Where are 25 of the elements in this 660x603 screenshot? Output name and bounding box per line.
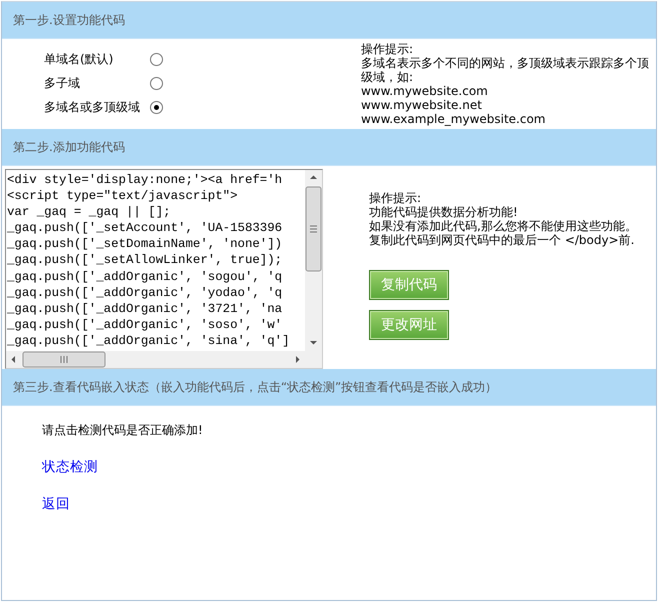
text-link[interactable]: 状态检测 xyxy=(42,458,98,476)
hint-text: 如果没有添加此代码,那么您将不能使用这些功能。 xyxy=(369,219,637,233)
option-label: 多子域 xyxy=(44,75,81,92)
text-link[interactable]: 返回 xyxy=(42,495,70,513)
hint-text: www.mywebsite.com xyxy=(360,84,489,98)
horizontal-scrollbar[interactable] xyxy=(6,351,305,368)
radio-button[interactable] xyxy=(150,53,163,66)
vertical-scrollbar[interactable] xyxy=(305,170,322,368)
radio-button[interactable] xyxy=(150,101,163,114)
hint-text: www.example_mywebsite.com xyxy=(360,112,546,126)
radio-button[interactable] xyxy=(150,77,163,90)
option-label: 单域名(默认) xyxy=(44,51,114,68)
hint-text: 功能代码提供数据分析功能! xyxy=(369,205,519,219)
code-textarea[interactable] xyxy=(5,169,323,369)
hint-text: 多域名表示多个不同的网站，多顶级域表示跟踪多个顶级域，如: xyxy=(360,56,650,84)
prompt-text: 请点击检测代码是否正确添加! xyxy=(42,422,204,439)
hint-text: 操作提示: xyxy=(369,191,422,205)
option-label: 多域名或多顶级域 xyxy=(44,99,141,116)
section-header: 第一步.设置功能代码 xyxy=(2,2,656,39)
section-header: 第二步.添加功能代码 xyxy=(2,129,656,166)
section-header: 第三步.查看代码嵌入状态（嵌入功能代码后，点击“状态检测”按钮查看代码是否嵌入成功） xyxy=(2,369,656,406)
hint-text: www.mywebsite.net xyxy=(360,98,483,112)
code-text: <div style='display:none;'><a href='h <script type="text/javascript"> var _gaq = _gaq || []; _gaq.push(['_setAccount', 'UA-1583396 _gaq.push(['_setDomainName', 'none']) _gaq.push(['_setAllowLinker', true]); _gaq.push(['_addOrganic', 'sogou', 'q _gaq.push(['_addOrganic', 'yodao', 'q _gaq.push(['_addOrganic', '3721', 'na _gaq.push(['_addOrganic', 'soso', 'w' _gaq.push(['_addOrganic', 'sina', 'q'] xyxy=(6,172,291,350)
hint-text: 操作提示: xyxy=(360,42,414,56)
hint-text: 复制此代码到网页代码中的最后一个 </body>前. xyxy=(369,233,636,247)
